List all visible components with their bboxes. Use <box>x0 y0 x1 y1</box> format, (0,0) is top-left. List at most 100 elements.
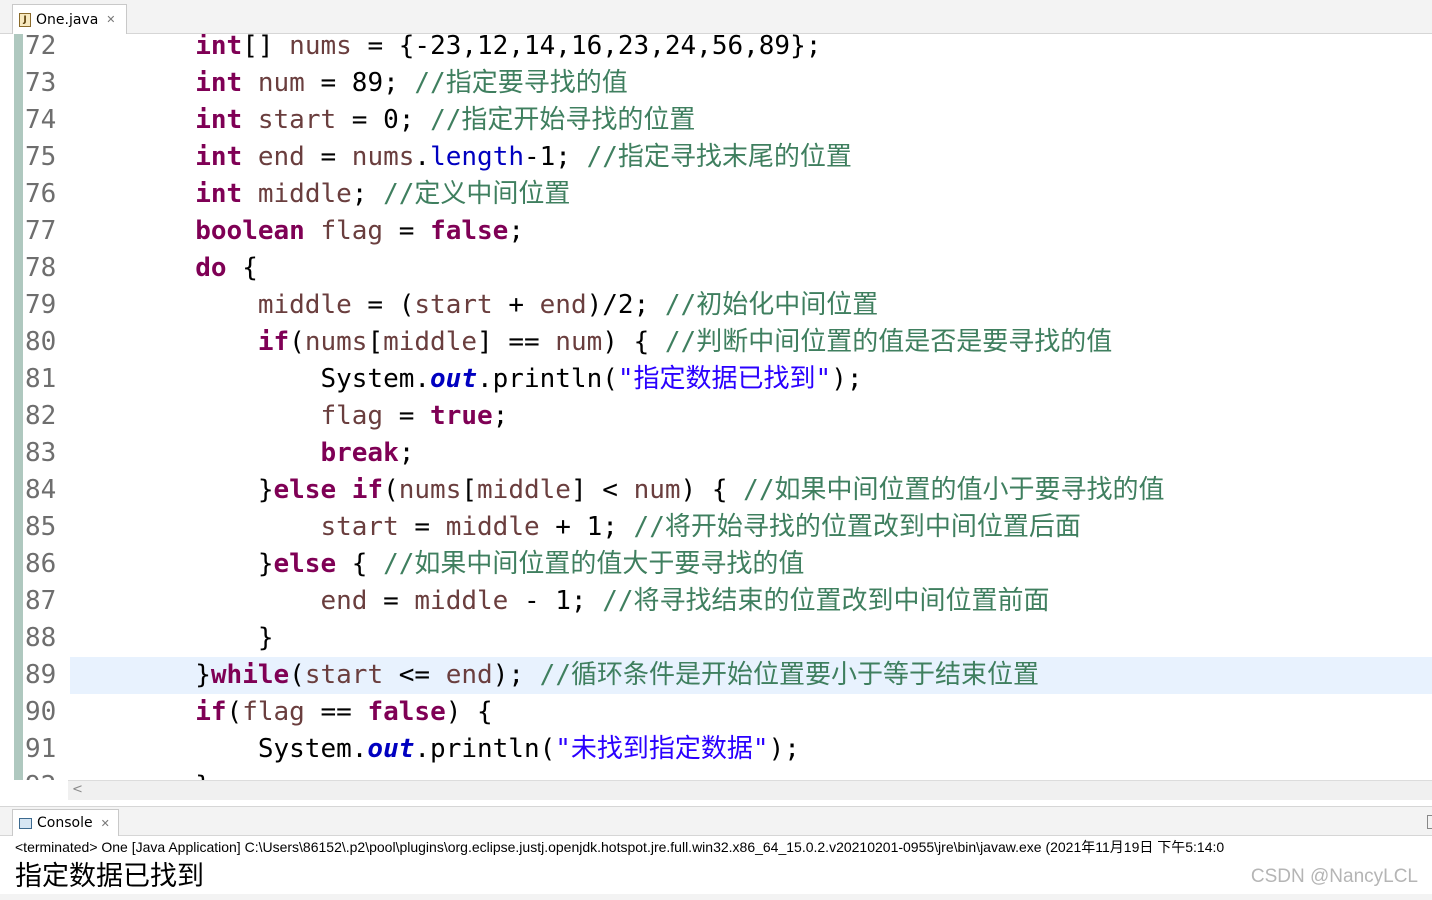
code-token: System. <box>70 734 368 764</box>
tab-one-java[interactable]: J One.java ✕ <box>12 4 127 34</box>
code-line[interactable]: if(nums[middle] == num) { //判断中间位置的值是否是要… <box>70 324 1432 361</box>
code-token: -1; <box>524 142 587 172</box>
code-token: int <box>195 179 243 209</box>
code-token: middle <box>414 586 509 616</box>
code-line[interactable]: }else if(nums[middle] < num) { //如果中间位置的… <box>70 472 1432 509</box>
line-number: 87 <box>25 586 57 616</box>
code-line[interactable]: flag = true; <box>70 398 1432 435</box>
console-tab-label: Console <box>37 815 93 831</box>
minimize-icon[interactable] <box>1427 815 1432 829</box>
code-token: flag <box>320 216 384 246</box>
code-token: flag <box>320 401 384 431</box>
code-token: else <box>273 475 337 505</box>
line-number: 82 <box>25 401 57 431</box>
code-token: [ <box>367 327 384 357</box>
line-number: 86 <box>25 549 57 579</box>
tab-label: One.java <box>36 11 99 28</box>
code-token: if <box>257 327 290 357</box>
console-output: 指定数据已找到 <box>15 861 204 892</box>
code-token: out <box>430 364 477 394</box>
code-line[interactable]: boolean flag = false; <box>70 213 1432 250</box>
code-token: "指定数据已找到" <box>617 364 832 394</box>
line-number: 79 <box>25 290 57 320</box>
scroll-left-icon[interactable]: < <box>72 782 83 797</box>
line-number: 90 <box>25 697 57 727</box>
code-line[interactable]: do { <box>70 250 1432 287</box>
code-token: if <box>195 697 227 727</box>
line-number: 91 <box>25 734 57 764</box>
code-token: = <box>367 586 415 616</box>
code-token: while <box>210 660 290 690</box>
code-line[interactable]: if(flag == false) { <box>70 694 1432 731</box>
code-token: "未找到指定数据" <box>555 734 769 764</box>
tab-console[interactable]: Console ✕ <box>12 809 119 836</box>
code-token: - 1; <box>508 586 603 616</box>
code-token: ; <box>398 438 415 468</box>
annotation-ruler <box>14 34 23 780</box>
horizontal-scrollbar[interactable]: < <box>68 780 1432 800</box>
code-token: nums <box>304 327 368 357</box>
code-line[interactable]: System.out.println("指定数据已找到"); <box>70 361 1432 398</box>
code-token: num <box>555 327 603 357</box>
line-number: 83 <box>25 438 57 468</box>
code-token: ; <box>351 179 384 209</box>
code-token: out <box>367 734 415 764</box>
code-token: middle <box>257 179 352 209</box>
close-icon[interactable]: ✕ <box>101 817 110 830</box>
code-token: } <box>70 623 274 653</box>
code-token: true <box>430 401 493 431</box>
code-token: int <box>195 142 243 172</box>
line-number: 78 <box>25 253 57 283</box>
code-token: end <box>445 660 493 690</box>
code-token: == <box>304 697 368 727</box>
code-token: { <box>336 549 384 579</box>
code-line[interactable]: } <box>70 768 1432 780</box>
code-token: { <box>226 253 258 283</box>
code-token: //指定要寻找的值 <box>414 68 628 98</box>
line-number: 76 <box>25 179 57 209</box>
current-code-line[interactable]: }while(start <= end); //循环条件是开始位置要小于等于结束… <box>70 657 1432 694</box>
code-token: end <box>257 142 305 172</box>
code-token: } <box>70 549 274 579</box>
code-line[interactable]: middle = (start + end)/2; //初始化中间位置 <box>70 287 1432 324</box>
code-line[interactable]: break; <box>70 435 1432 472</box>
code-line[interactable]: int[] nums = {-23,12,14,16,23,24,56,89}; <box>70 34 1432 65</box>
code-token: start <box>257 105 337 135</box>
line-number: 84 <box>25 475 57 505</box>
line-number: 85 <box>25 512 57 542</box>
code-line[interactable]: start = middle + 1; //将开始寻找的位置改到中间位置后面 <box>70 509 1432 546</box>
code-token: .println( <box>414 734 556 764</box>
code-token: //将开始寻找的位置改到中间位置后面 <box>633 512 1081 542</box>
code-line[interactable]: int start = 0; //指定开始寻找的位置 <box>70 102 1432 139</box>
line-number: 80 <box>25 327 57 357</box>
line-number: 88 <box>25 623 57 653</box>
code-token: start <box>304 660 384 690</box>
code-line[interactable]: int end = nums.length-1; //指定寻找末尾的位置 <box>70 139 1432 176</box>
code-line[interactable]: end = middle - 1; //将寻找结束的位置改到中间位置前面 <box>70 583 1432 620</box>
code-token: ; <box>508 216 524 246</box>
code-line[interactable]: int middle; //定义中间位置 <box>70 176 1432 213</box>
line-number: 89 <box>25 660 57 690</box>
code-line[interactable]: }else { //如果中间位置的值大于要寻找的值 <box>70 546 1432 583</box>
code-line[interactable]: System.out.println("未找到指定数据"); <box>70 731 1432 768</box>
code-token: length <box>430 142 524 172</box>
code-editor[interactable]: 72 73 74 75 76 77 78 79 80 81 82 83 84 85 86 87 88 89 90 91… <box>0 34 1432 780</box>
code-token: if <box>351 475 384 505</box>
code-token: //判断中间位置的值是否是要寻找的值 <box>664 327 1113 357</box>
code-token: nums <box>289 34 352 61</box>
close-icon[interactable]: ✕ <box>106 13 115 26</box>
code-line[interactable]: int num = 89; //指定要寻找的值 <box>70 65 1432 102</box>
code-line[interactable]: } <box>70 620 1432 657</box>
code-token: = <box>304 142 352 172</box>
code-token: = <box>398 512 446 542</box>
code-token: nums <box>398 475 462 505</box>
code-token: ] < <box>570 475 634 505</box>
code-token: ); <box>768 734 800 764</box>
